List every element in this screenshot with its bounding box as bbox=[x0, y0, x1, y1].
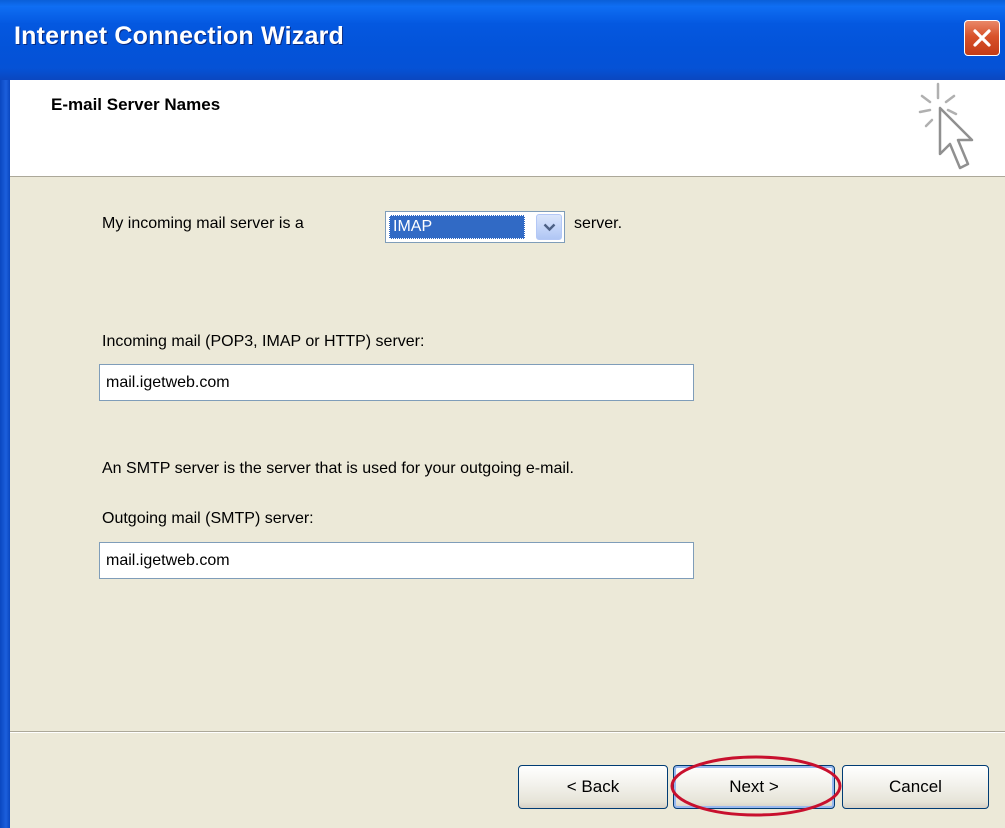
wizard-header: E-mail Server Names bbox=[10, 80, 1005, 177]
next-button[interactable]: Next > bbox=[673, 765, 835, 809]
close-button[interactable] bbox=[964, 20, 1000, 56]
server-type-suffix-label: server. bbox=[574, 215, 623, 232]
back-button[interactable]: < Back bbox=[518, 765, 668, 809]
wizard-cursor-icon bbox=[918, 82, 974, 170]
outgoing-server-label: Outgoing mail (SMTP) server: bbox=[102, 510, 314, 527]
window-title: Internet Connection Wizard bbox=[14, 22, 344, 50]
close-icon bbox=[973, 29, 991, 47]
incoming-server-label: Incoming mail (POP3, IMAP or HTTP) serve… bbox=[102, 333, 425, 350]
footer-divider bbox=[10, 731, 1005, 733]
window-frame-left bbox=[0, 80, 10, 828]
dropdown-button[interactable] bbox=[536, 214, 562, 240]
outgoing-server-input[interactable]: mail.igetweb.com bbox=[99, 542, 694, 579]
cancel-button[interactable]: Cancel bbox=[842, 765, 989, 809]
title-bar[interactable]: Internet Connection Wizard bbox=[0, 0, 1005, 80]
server-type-prefix-label: My incoming mail server is a bbox=[102, 215, 304, 232]
chevron-down-icon bbox=[543, 223, 556, 232]
server-type-selected-value: IMAP bbox=[389, 215, 525, 239]
server-type-select[interactable]: IMAP bbox=[385, 211, 565, 243]
smtp-description: An SMTP server is the server that is use… bbox=[102, 460, 574, 477]
incoming-server-input[interactable]: mail.igetweb.com bbox=[99, 364, 694, 401]
page-title: E-mail Server Names bbox=[51, 95, 221, 114]
wizard-window: Internet Connection Wizard E-mail Server… bbox=[0, 0, 1005, 828]
